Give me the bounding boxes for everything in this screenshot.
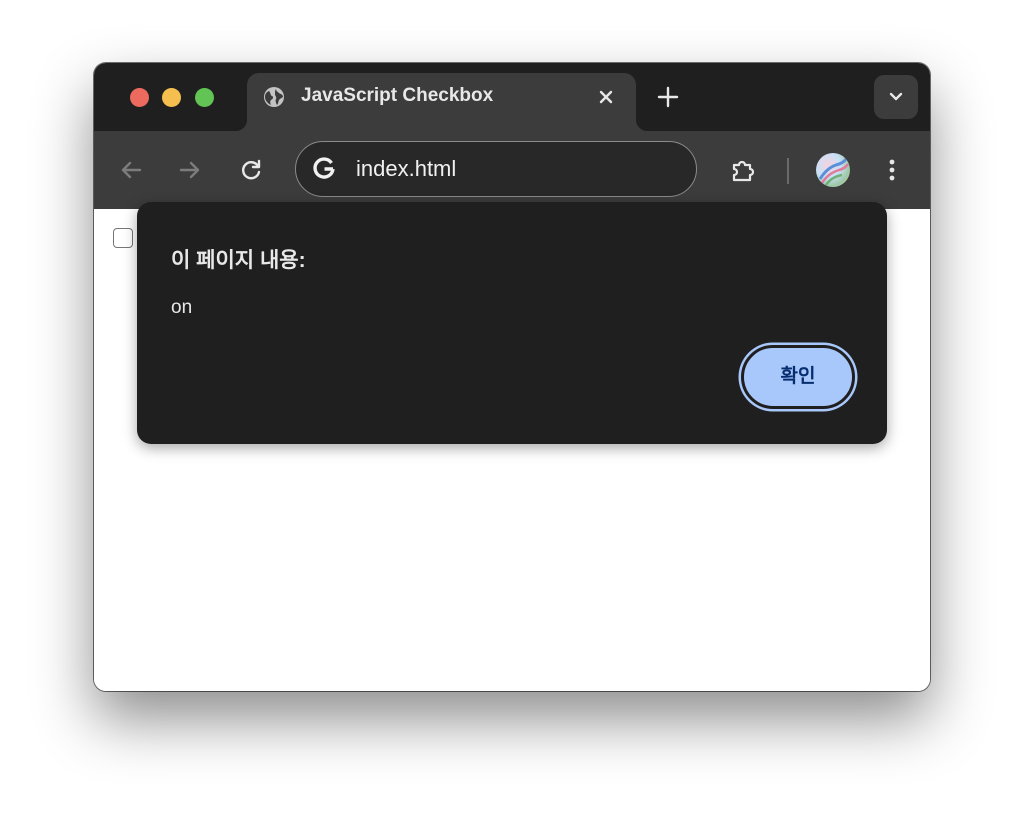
tab-search-button[interactable]	[874, 75, 918, 119]
toolbar-divider	[787, 158, 789, 184]
window-minimize-button[interactable]	[162, 88, 181, 107]
tab-strip: JavaScript Checkbox	[94, 63, 930, 131]
plus-icon[interactable]	[654, 83, 682, 111]
kebab-menu-icon[interactable]	[882, 155, 902, 185]
dialog-message: on	[171, 297, 193, 318]
address-bar[interactable]: index.html	[295, 141, 697, 197]
chevron-down-icon	[889, 92, 903, 101]
page-checkbox[interactable]	[113, 228, 133, 248]
tab-javascript-checkbox[interactable]: JavaScript Checkbox	[235, 73, 648, 131]
globe-icon	[263, 86, 285, 108]
browser-toolbar: index.html	[94, 131, 930, 209]
address-bar-url: index.html	[356, 156, 457, 181]
window-maximize-button[interactable]	[195, 88, 214, 107]
close-icon[interactable]	[593, 84, 619, 110]
dialog-title: 이 페이지 내용:	[171, 249, 306, 272]
profile-avatar[interactable]	[816, 153, 850, 187]
alert-dialog: 이 페이지 내용: on 확인	[137, 202, 887, 444]
tab-title: JavaScript Checkbox	[301, 85, 494, 106]
arrow-left-icon[interactable]	[116, 155, 146, 185]
reload-icon[interactable]	[236, 155, 266, 185]
puzzle-icon[interactable]	[728, 155, 758, 185]
ok-button[interactable]: 확인	[741, 345, 855, 409]
arrow-right-icon[interactable]	[175, 155, 205, 185]
google-g-icon	[310, 155, 338, 183]
window-close-button[interactable]	[130, 88, 149, 107]
